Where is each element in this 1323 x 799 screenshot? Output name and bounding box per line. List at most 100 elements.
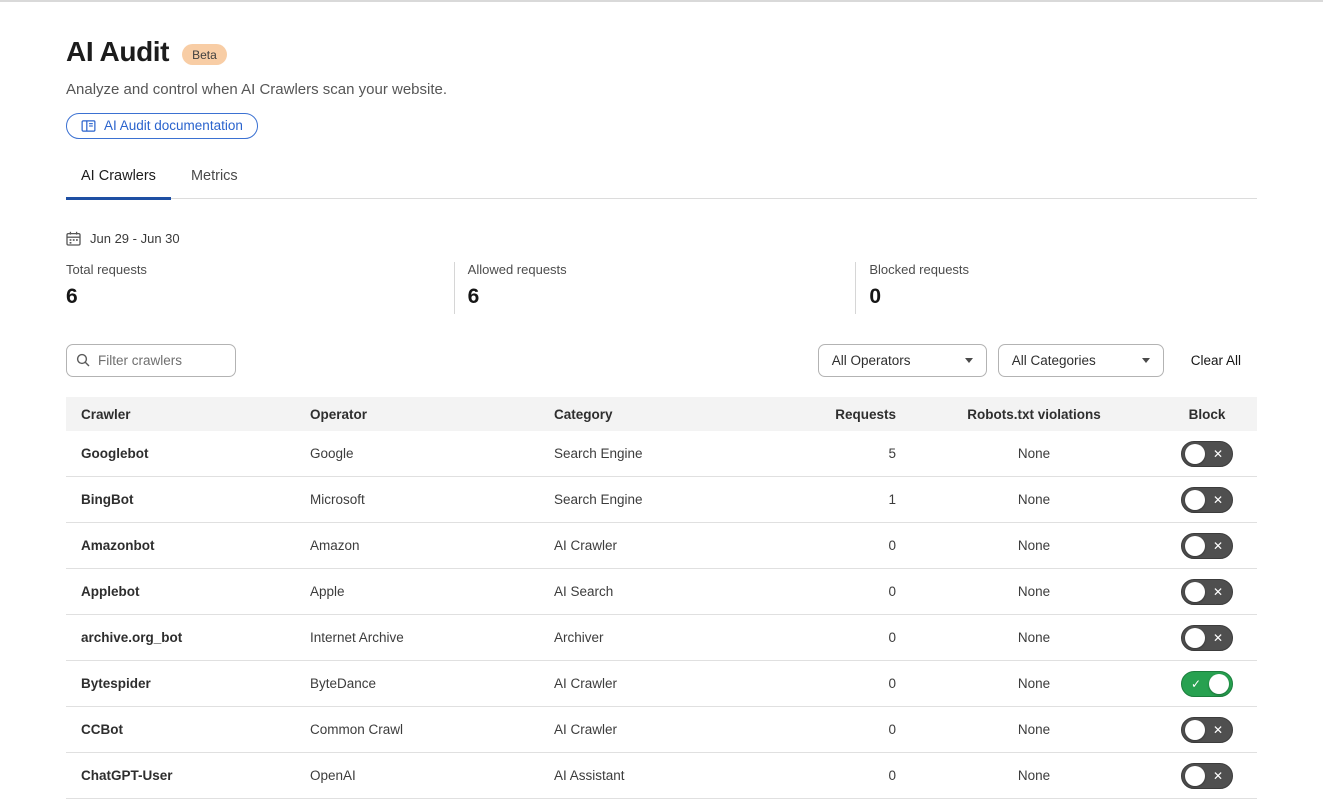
operator-cell: ByteDance <box>310 676 554 691</box>
stat-label: Allowed requests <box>468 262 856 277</box>
table-row: Googlebot Google Search Engine 5 None ✓ … <box>66 431 1257 477</box>
stat-value: 6 <box>468 285 856 309</box>
stat-label: Total requests <box>66 262 454 277</box>
toggle-knob <box>1185 766 1205 786</box>
tab-bar: AI Crawlers Metrics <box>66 168 1257 199</box>
operator-cell: Amazon <box>310 538 554 553</box>
chevron-down-icon <box>965 358 973 363</box>
tab-ai-crawlers[interactable]: AI Crawlers <box>66 168 171 200</box>
documentation-button-label: AI Audit documentation <box>104 118 243 133</box>
block-cell: ✓ ✕ <box>1172 763 1257 789</box>
requests-cell: 5 <box>798 446 896 461</box>
page-header: AI Audit Beta <box>66 36 1257 68</box>
crawler-name-cell: Amazonbot <box>66 538 310 553</box>
crawler-name-cell: archive.org_bot <box>66 630 310 645</box>
crawler-name-cell: CCBot <box>66 722 310 737</box>
operators-dropdown[interactable]: All Operators <box>818 344 987 377</box>
requests-cell: 0 <box>798 630 896 645</box>
toggle-knob <box>1185 444 1205 464</box>
operator-cell: Microsoft <box>310 492 554 507</box>
column-header-category: Category <box>554 407 798 422</box>
toggle-knob <box>1185 582 1205 602</box>
stat-label: Blocked requests <box>869 262 1257 277</box>
categories-dropdown[interactable]: All Categories <box>998 344 1164 377</box>
block-toggle[interactable]: ✓ ✕ <box>1181 671 1233 697</box>
x-icon: ✕ <box>1213 534 1223 558</box>
requests-cell: 0 <box>798 768 896 783</box>
block-toggle[interactable]: ✓ ✕ <box>1181 441 1233 467</box>
table-row: CCBot Common Crawl AI Crawler 0 None ✓ ✕ <box>66 707 1257 753</box>
toggle-knob <box>1185 720 1205 740</box>
column-header-crawler: Crawler <box>66 407 310 422</box>
column-header-block: Block <box>1172 407 1257 422</box>
block-toggle[interactable]: ✓ ✕ <box>1181 763 1233 789</box>
category-cell: Search Engine <box>554 492 798 507</box>
block-toggle[interactable]: ✓ ✕ <box>1181 625 1233 651</box>
main-content: AI Audit Beta Analyze and control when A… <box>66 36 1257 799</box>
violations-cell: None <box>896 584 1172 599</box>
category-cell: AI Crawler <box>554 676 798 691</box>
operator-cell: Common Crawl <box>310 722 554 737</box>
stats-row: Total requests 6 Allowed requests 6 Bloc… <box>66 262 1257 314</box>
requests-cell: 0 <box>798 722 896 737</box>
crawler-name-cell: ChatGPT-User <box>66 768 310 783</box>
crawler-filter <box>66 344 236 377</box>
block-cell: ✓ ✕ <box>1172 441 1257 467</box>
block-cell: ✓ ✕ <box>1172 671 1257 697</box>
category-cell: AI Crawler <box>554 722 798 737</box>
x-icon: ✕ <box>1213 626 1223 650</box>
check-icon: ✓ <box>1191 672 1201 696</box>
table-row: BingBot Microsoft Search Engine 1 None ✓… <box>66 477 1257 523</box>
block-cell: ✓ ✕ <box>1172 487 1257 513</box>
operator-cell: OpenAI <box>310 768 554 783</box>
documentation-button[interactable]: AI Audit documentation <box>66 113 258 139</box>
block-toggle[interactable]: ✓ ✕ <box>1181 579 1233 605</box>
filter-controls: All Operators All Categories Clear All <box>818 344 1257 377</box>
date-range-picker[interactable]: Jun 29 - Jun 30 <box>66 231 180 246</box>
toggle-knob <box>1185 628 1205 648</box>
stat-value: 0 <box>869 285 1257 309</box>
table-row: ChatGPT-User OpenAI AI Assistant 0 None … <box>66 753 1257 799</box>
crawler-name-cell: BingBot <box>66 492 310 507</box>
block-toggle[interactable]: ✓ ✕ <box>1181 533 1233 559</box>
chevron-down-icon <box>1142 358 1150 363</box>
operator-cell: Internet Archive <box>310 630 554 645</box>
toggle-knob <box>1185 490 1205 510</box>
violations-cell: None <box>896 538 1172 553</box>
page-title: AI Audit <box>66 36 169 68</box>
category-cell: AI Search <box>554 584 798 599</box>
stat-divider <box>855 262 856 314</box>
violations-cell: None <box>896 676 1172 691</box>
clear-all-button[interactable]: Clear All <box>1191 353 1241 368</box>
block-toggle[interactable]: ✓ ✕ <box>1181 717 1233 743</box>
x-icon: ✕ <box>1213 442 1223 466</box>
crawler-name-cell: Bytespider <box>66 676 310 691</box>
toggle-knob <box>1185 536 1205 556</box>
x-icon: ✕ <box>1213 764 1223 788</box>
operator-cell: Apple <box>310 584 554 599</box>
filter-crawlers-input[interactable] <box>66 344 236 377</box>
book-icon <box>81 119 96 133</box>
requests-cell: 0 <box>798 676 896 691</box>
crawler-name-cell: Applebot <box>66 584 310 599</box>
category-cell: AI Assistant <box>554 768 798 783</box>
x-icon: ✕ <box>1213 488 1223 512</box>
toggle-knob <box>1209 674 1229 694</box>
block-cell: ✓ ✕ <box>1172 717 1257 743</box>
requests-cell: 0 <box>798 584 896 599</box>
tab-metrics[interactable]: Metrics <box>176 168 253 200</box>
filter-bar: All Operators All Categories Clear All <box>66 344 1257 377</box>
column-header-violations: Robots.txt violations <box>896 407 1172 422</box>
calendar-icon <box>66 231 81 246</box>
stat-total-requests: Total requests 6 <box>66 262 454 314</box>
categories-dropdown-value: All Categories <box>1012 353 1096 368</box>
column-header-requests: Requests <box>798 407 896 422</box>
block-cell: ✓ ✕ <box>1172 625 1257 651</box>
block-toggle[interactable]: ✓ ✕ <box>1181 487 1233 513</box>
table-row: Amazonbot Amazon AI Crawler 0 None ✓ ✕ <box>66 523 1257 569</box>
category-cell: Search Engine <box>554 446 798 461</box>
date-range-label: Jun 29 - Jun 30 <box>90 231 180 246</box>
requests-cell: 0 <box>798 538 896 553</box>
block-cell: ✓ ✕ <box>1172 579 1257 605</box>
page-subtitle: Analyze and control when AI Crawlers sca… <box>66 81 1257 98</box>
